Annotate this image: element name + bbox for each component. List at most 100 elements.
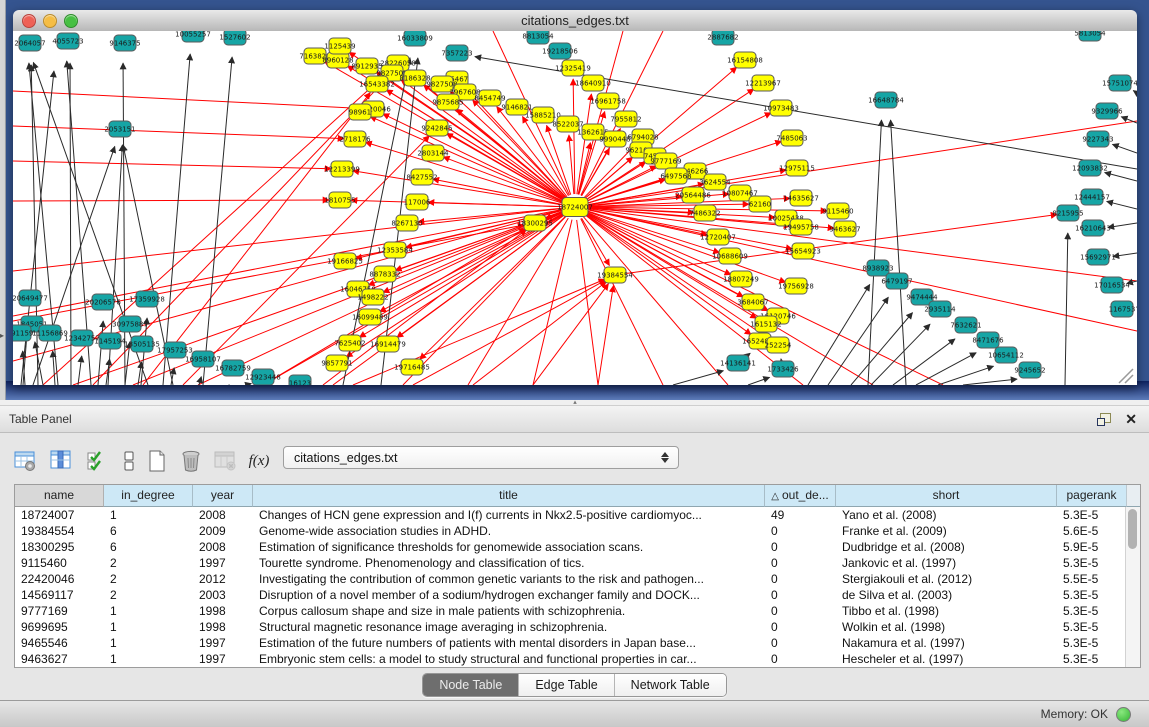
graph-node[interactable]: 12213399 (324, 161, 360, 177)
graph-node[interactable]: 20649477 (13, 290, 48, 306)
graph-node[interactable]: 116753 (1109, 301, 1136, 317)
graph-node[interactable]: 3684067 (737, 294, 768, 310)
cell[interactable]: 1 (104, 507, 193, 523)
cell[interactable]: 0 (765, 571, 836, 587)
cell[interactable]: 0 (765, 539, 836, 555)
row-union-icon[interactable] (116, 448, 142, 474)
close-panel-icon[interactable]: ✕ (1125, 412, 1137, 426)
graph-node[interactable]: 2064057 (14, 35, 45, 51)
column-header-year[interactable]: year (193, 485, 253, 507)
cell[interactable]: 0 (765, 635, 836, 651)
graph-node[interactable]: 9857791 (321, 355, 352, 371)
cell[interactable]: 5.3E-5 (1057, 587, 1127, 603)
cell[interactable]: Tourette syndrome. Phenomenology and cla… (253, 555, 765, 571)
delete-column-icon[interactable] (178, 448, 204, 474)
table-row[interactable]: 911546021997Tourette syndrome. Phenomeno… (15, 555, 1140, 571)
column-header-name[interactable]: name (15, 485, 104, 507)
cell[interactable]: Tibbo et al. (1998) (836, 603, 1057, 619)
graph-node[interactable]: 2803144 (417, 145, 449, 161)
tab-edge-table[interactable]: Edge Table (519, 674, 614, 696)
graph-node[interactable]: 10654112 (988, 347, 1024, 363)
graph-node[interactable]: 9146375 (109, 35, 140, 51)
graph-node[interactable]: 16154808 (727, 52, 763, 68)
table-mode-icon[interactable] (12, 448, 38, 474)
table-row[interactable]: 969969511998Structural magnetic resonanc… (15, 619, 1140, 635)
column-header-title[interactable]: title (253, 485, 765, 507)
table-row[interactable]: 1938455462009Genome-wide association stu… (15, 523, 1140, 539)
cell[interactable]: 1998 (193, 619, 253, 635)
graph-node[interactable]: 62160 (749, 196, 771, 212)
cell[interactable]: Investigating the contribution of common… (253, 571, 765, 587)
graph-node[interactable]: 1810755 (324, 192, 355, 208)
float-panel-icon[interactable] (1097, 413, 1111, 425)
column-header-pagerank[interactable]: pagerank (1057, 485, 1127, 507)
cell[interactable]: 5.3E-5 (1057, 635, 1127, 651)
graph-node[interactable]: 3624554 (699, 174, 731, 190)
graph-node[interactable]: 12325419 (555, 60, 591, 76)
cell[interactable]: 1 (104, 635, 193, 651)
graph-node[interactable]: 9329966 (1091, 103, 1123, 119)
graph-node[interactable]: 18640910 (575, 75, 611, 91)
graph-node[interactable]: 391159 (13, 325, 33, 341)
cell[interactable]: 19384554 (15, 523, 104, 539)
graph-node[interactable]: 16033809 (397, 31, 433, 46)
graph-node[interactable]: 7632621 (950, 317, 981, 333)
graph-node[interactable]: 9227343 (1082, 131, 1113, 147)
graph-node[interactable]: 1527602 (219, 31, 250, 45)
graph-node[interactable]: 15654923 (785, 243, 821, 259)
cell[interactable]: 5.3E-5 (1057, 651, 1127, 667)
graph-node[interactable]: 16648784 (868, 92, 904, 108)
graph-node[interactable]: 16914479 (370, 336, 406, 352)
cell[interactable]: 0 (765, 619, 836, 635)
graph-node[interactable]: 7357223 (441, 45, 472, 61)
cell[interactable]: 2012 (193, 571, 253, 587)
new-column-icon[interactable] (144, 448, 170, 474)
cell[interactable]: 9465546 (15, 635, 104, 651)
cell[interactable]: 2 (104, 571, 193, 587)
cell[interactable]: 49 (765, 507, 836, 523)
cell[interactable]: 1 (104, 619, 193, 635)
cell[interactable]: 14569117 (15, 587, 104, 603)
network-window-titlebar[interactable]: citations_edges.txt (13, 10, 1137, 32)
table-row[interactable]: 946362711997Embryonic stem cells: a mode… (15, 651, 1140, 667)
memory-status-indicator-icon[interactable] (1116, 707, 1131, 722)
graph-node[interactable]: 14635627 (783, 190, 819, 206)
graph-node[interactable]: 4055723 (52, 33, 83, 49)
cell[interactable]: 18300295 (15, 539, 104, 555)
canvas-resize-grip-icon[interactable] (1119, 369, 1133, 383)
cell[interactable]: 5.3E-5 (1057, 507, 1127, 523)
cell[interactable]: 22420046 (15, 571, 104, 587)
graph-node[interactable]: 9875685 (432, 94, 463, 110)
cell[interactable]: Yano et al. (2008) (836, 507, 1057, 523)
cell[interactable]: Wolkin et al. (1998) (836, 619, 1057, 635)
graph-node[interactable]: 1125439 (324, 38, 355, 54)
cell[interactable]: 0 (765, 587, 836, 603)
zoom-window-button[interactable] (64, 14, 78, 28)
graph-node[interactable]: 6497568 (660, 168, 691, 184)
graph-node[interactable]: 18724007 (557, 198, 593, 217)
graph-node[interactable]: 1145194 (94, 333, 126, 349)
close-window-button[interactable] (22, 14, 36, 28)
graph-node[interactable]: 1615132 (750, 316, 781, 332)
graph-node[interactable]: 8813054 (522, 31, 554, 44)
cell[interactable]: 9115460 (15, 555, 104, 571)
cell[interactable]: 0 (765, 523, 836, 539)
panel-collapse-arrow-icon[interactable]: ▸ (0, 332, 4, 340)
cell[interactable]: 0 (765, 651, 836, 667)
cell[interactable]: Changes of HCN gene expression and I(f) … (253, 507, 765, 523)
graph-node[interactable]: 2718176 (339, 131, 371, 147)
table-row[interactable]: 2242004622012Investigating the contribut… (15, 571, 1140, 587)
column-header-in-degree[interactable]: in_degree (104, 485, 193, 507)
column-header-out-de-[interactable]: △out_de... (765, 485, 836, 507)
graph-node[interactable]: 5813054 (1074, 31, 1106, 41)
graph-node[interactable]: 10055257 (175, 31, 211, 42)
table-row[interactable]: 977716911998Corpus callosum shape and si… (15, 603, 1140, 619)
cell[interactable]: 5.6E-5 (1057, 523, 1127, 539)
cell[interactable]: Corpus callosum shape and size in male p… (253, 603, 765, 619)
cell[interactable]: 5.3E-5 (1057, 603, 1127, 619)
graph-node[interactable]: 9242845 (421, 120, 452, 136)
graph-node[interactable]: 13505135 (124, 336, 160, 352)
graph-node[interactable]: 9463627 (829, 221, 860, 237)
cell[interactable]: de Silva et al. (2003) (836, 587, 1057, 603)
cell[interactable]: 9777169 (15, 603, 104, 619)
